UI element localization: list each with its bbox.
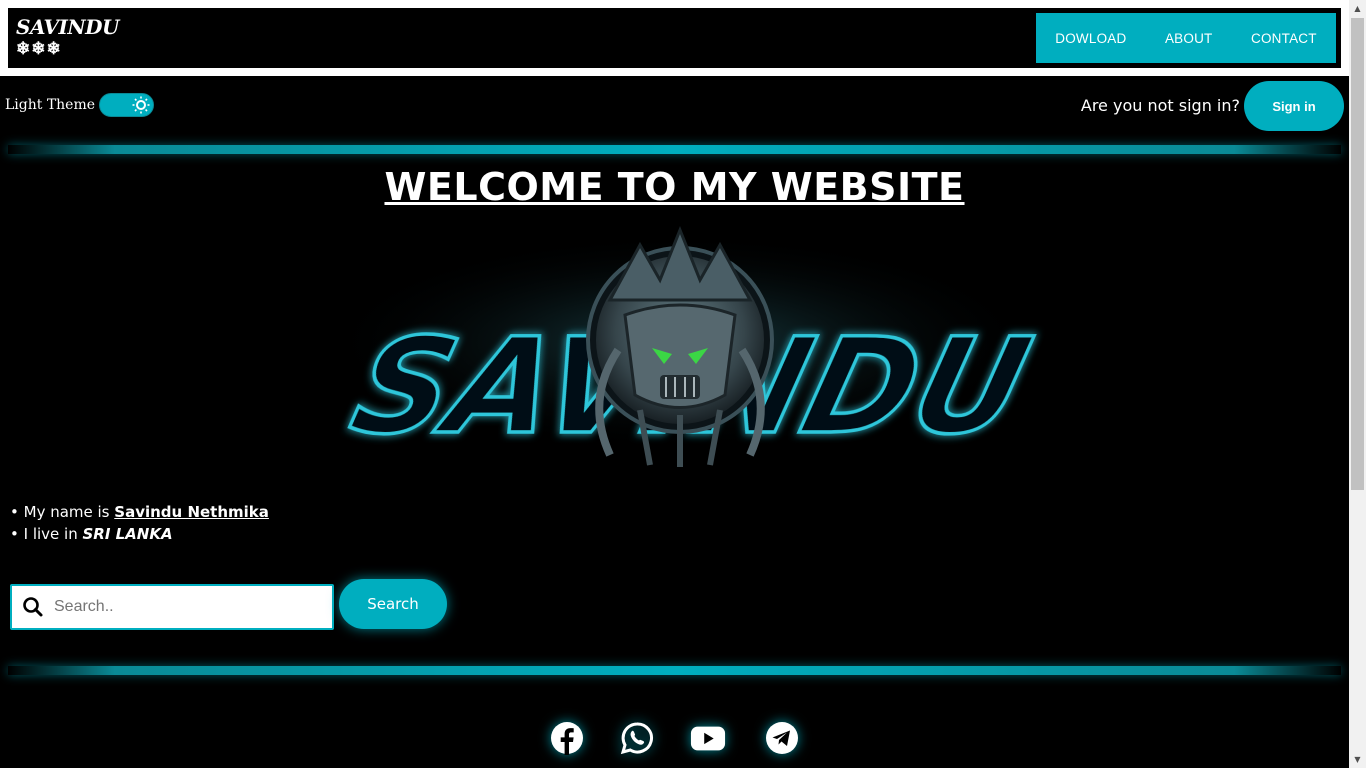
search-box [10,584,334,630]
search-button[interactable]: Search [339,579,447,629]
divider-bottom [8,666,1341,675]
signin-button[interactable]: Sign in [1244,81,1344,131]
facebook-icon[interactable] [549,720,585,756]
page-scrollbar[interactable]: ▲ ▼ [1349,0,1366,768]
theme-switch: Light Theme [5,93,155,117]
page-title: WELCOME TO MY WEBSITE [384,165,965,209]
scrollbar-thumb[interactable] [1351,18,1364,490]
name-prefix: My name is [23,503,115,521]
scroll-up-icon[interactable]: ▲ [1349,0,1366,17]
country: SRI LANKA [82,525,173,543]
header: SAVINDU ❄❄❄ DOWLOAD ABOUT CONTACT [8,8,1341,68]
info-name-line: • My name is Savindu Nethmika [10,503,269,521]
nav-download[interactable]: DOWLOAD [1055,31,1126,46]
live-prefix: I live in [23,525,83,543]
hero-logo: SAVINDU [270,222,1090,470]
scroll-down-icon[interactable]: ▼ [1349,751,1366,768]
site-logo[interactable]: SAVINDU ❄❄❄ [16,16,119,60]
search-input[interactable] [52,597,316,617]
search-icon [23,597,43,617]
youtube-icon[interactable] [690,720,726,756]
nav-contact[interactable]: CONTACT [1251,31,1317,46]
sun-icon [131,95,152,115]
nav-about[interactable]: ABOUT [1165,31,1213,46]
info-country-line: • I live in SRI LANKA [10,525,173,543]
whatsapp-icon[interactable] [619,720,655,756]
snowflake-icons: ❄❄❄ [16,39,62,59]
theme-label: Light Theme [5,97,96,113]
main-nav: DOWLOAD ABOUT CONTACT [1036,13,1336,63]
divider-top [8,145,1341,154]
signin-question: Are you not sign in? [1080,96,1240,115]
about-info: • My name is Savindu Nethmika • I live i… [10,501,269,545]
telegram-icon[interactable] [764,720,800,756]
owner-name: Savindu Nethmika [114,503,269,521]
logo-text: SAVINDU [16,15,119,39]
theme-toggle[interactable] [99,93,155,117]
